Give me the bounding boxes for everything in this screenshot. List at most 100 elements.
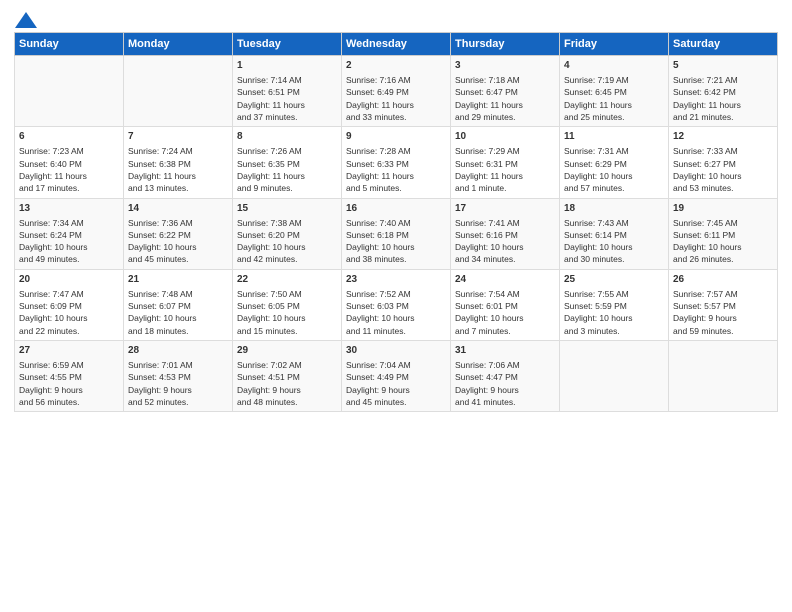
cell-content: Sunrise: 7:28 AMSunset: 6:33 PMDaylight:…	[346, 145, 446, 194]
day-number: 18	[564, 202, 664, 216]
cell-content: Sunrise: 7:04 AMSunset: 4:49 PMDaylight:…	[346, 359, 446, 408]
cell-content: Sunrise: 7:24 AMSunset: 6:38 PMDaylight:…	[128, 145, 228, 194]
cell-1-2	[124, 56, 233, 127]
day-number: 23	[346, 273, 446, 287]
cell-content: Sunrise: 7:29 AMSunset: 6:31 PMDaylight:…	[455, 145, 555, 194]
cell-3-1: 13Sunrise: 7:34 AMSunset: 6:24 PMDayligh…	[15, 198, 124, 269]
cell-content: Sunrise: 7:57 AMSunset: 5:57 PMDaylight:…	[673, 288, 773, 337]
page: SundayMondayTuesdayWednesdayThursdayFrid…	[0, 0, 792, 612]
day-number: 22	[237, 273, 337, 287]
cell-2-6: 11Sunrise: 7:31 AMSunset: 6:29 PMDayligh…	[560, 127, 669, 198]
header	[14, 12, 778, 24]
day-number: 13	[19, 202, 119, 216]
cell-content: Sunrise: 7:45 AMSunset: 6:11 PMDaylight:…	[673, 217, 773, 266]
cell-content: Sunrise: 7:01 AMSunset: 4:53 PMDaylight:…	[128, 359, 228, 408]
cell-content: Sunrise: 7:31 AMSunset: 6:29 PMDaylight:…	[564, 145, 664, 194]
cell-content: Sunrise: 7:48 AMSunset: 6:07 PMDaylight:…	[128, 288, 228, 337]
cell-content: Sunrise: 7:40 AMSunset: 6:18 PMDaylight:…	[346, 217, 446, 266]
cell-2-3: 8Sunrise: 7:26 AMSunset: 6:35 PMDaylight…	[233, 127, 342, 198]
cell-content: Sunrise: 7:43 AMSunset: 6:14 PMDaylight:…	[564, 217, 664, 266]
cell-1-6: 4Sunrise: 7:19 AMSunset: 6:45 PMDaylight…	[560, 56, 669, 127]
cell-4-1: 20Sunrise: 7:47 AMSunset: 6:09 PMDayligh…	[15, 269, 124, 340]
cell-2-1: 6Sunrise: 7:23 AMSunset: 6:40 PMDaylight…	[15, 127, 124, 198]
cell-2-2: 7Sunrise: 7:24 AMSunset: 6:38 PMDaylight…	[124, 127, 233, 198]
cell-4-6: 25Sunrise: 7:55 AMSunset: 5:59 PMDayligh…	[560, 269, 669, 340]
day-number: 1	[237, 59, 337, 73]
day-number: 30	[346, 344, 446, 358]
week-row-3: 13Sunrise: 7:34 AMSunset: 6:24 PMDayligh…	[15, 198, 778, 269]
day-number: 19	[673, 202, 773, 216]
cell-content: Sunrise: 7:55 AMSunset: 5:59 PMDaylight:…	[564, 288, 664, 337]
day-number: 31	[455, 344, 555, 358]
col-header-thursday: Thursday	[451, 33, 560, 56]
week-row-5: 27Sunrise: 6:59 AMSunset: 4:55 PMDayligh…	[15, 341, 778, 412]
cell-content: Sunrise: 7:52 AMSunset: 6:03 PMDaylight:…	[346, 288, 446, 337]
cell-3-2: 14Sunrise: 7:36 AMSunset: 6:22 PMDayligh…	[124, 198, 233, 269]
cell-1-5: 3Sunrise: 7:18 AMSunset: 6:47 PMDaylight…	[451, 56, 560, 127]
cell-content: Sunrise: 7:41 AMSunset: 6:16 PMDaylight:…	[455, 217, 555, 266]
cell-1-3: 1Sunrise: 7:14 AMSunset: 6:51 PMDaylight…	[233, 56, 342, 127]
cell-content: Sunrise: 7:34 AMSunset: 6:24 PMDaylight:…	[19, 217, 119, 266]
cell-4-2: 21Sunrise: 7:48 AMSunset: 6:07 PMDayligh…	[124, 269, 233, 340]
day-number: 10	[455, 130, 555, 144]
day-number: 2	[346, 59, 446, 73]
day-number: 25	[564, 273, 664, 287]
cell-2-4: 9Sunrise: 7:28 AMSunset: 6:33 PMDaylight…	[342, 127, 451, 198]
day-number: 28	[128, 344, 228, 358]
week-row-2: 6Sunrise: 7:23 AMSunset: 6:40 PMDaylight…	[15, 127, 778, 198]
cell-content: Sunrise: 7:36 AMSunset: 6:22 PMDaylight:…	[128, 217, 228, 266]
cell-3-4: 16Sunrise: 7:40 AMSunset: 6:18 PMDayligh…	[342, 198, 451, 269]
cell-content: Sunrise: 7:14 AMSunset: 6:51 PMDaylight:…	[237, 74, 337, 123]
day-number: 27	[19, 344, 119, 358]
col-header-tuesday: Tuesday	[233, 33, 342, 56]
cell-1-4: 2Sunrise: 7:16 AMSunset: 6:49 PMDaylight…	[342, 56, 451, 127]
col-header-monday: Monday	[124, 33, 233, 56]
day-number: 17	[455, 202, 555, 216]
cell-5-3: 29Sunrise: 7:02 AMSunset: 4:51 PMDayligh…	[233, 341, 342, 412]
col-header-saturday: Saturday	[669, 33, 778, 56]
logo-icon	[15, 12, 37, 28]
cell-3-5: 17Sunrise: 7:41 AMSunset: 6:16 PMDayligh…	[451, 198, 560, 269]
cell-1-7: 5Sunrise: 7:21 AMSunset: 6:42 PMDaylight…	[669, 56, 778, 127]
day-number: 3	[455, 59, 555, 73]
cell-content: Sunrise: 7:21 AMSunset: 6:42 PMDaylight:…	[673, 74, 773, 123]
day-number: 15	[237, 202, 337, 216]
day-number: 24	[455, 273, 555, 287]
day-number: 16	[346, 202, 446, 216]
day-number: 4	[564, 59, 664, 73]
cell-4-7: 26Sunrise: 7:57 AMSunset: 5:57 PMDayligh…	[669, 269, 778, 340]
logo	[14, 12, 38, 24]
cell-3-3: 15Sunrise: 7:38 AMSunset: 6:20 PMDayligh…	[233, 198, 342, 269]
cell-5-6	[560, 341, 669, 412]
cell-4-4: 23Sunrise: 7:52 AMSunset: 6:03 PMDayligh…	[342, 269, 451, 340]
cell-3-6: 18Sunrise: 7:43 AMSunset: 6:14 PMDayligh…	[560, 198, 669, 269]
cell-5-1: 27Sunrise: 6:59 AMSunset: 4:55 PMDayligh…	[15, 341, 124, 412]
cell-content: Sunrise: 7:54 AMSunset: 6:01 PMDaylight:…	[455, 288, 555, 337]
cell-content: Sunrise: 7:19 AMSunset: 6:45 PMDaylight:…	[564, 74, 664, 123]
cell-content: Sunrise: 7:38 AMSunset: 6:20 PMDaylight:…	[237, 217, 337, 266]
cell-content: Sunrise: 6:59 AMSunset: 4:55 PMDaylight:…	[19, 359, 119, 408]
cell-content: Sunrise: 7:33 AMSunset: 6:27 PMDaylight:…	[673, 145, 773, 194]
col-header-wednesday: Wednesday	[342, 33, 451, 56]
cell-1-1	[15, 56, 124, 127]
cell-3-7: 19Sunrise: 7:45 AMSunset: 6:11 PMDayligh…	[669, 198, 778, 269]
cell-4-5: 24Sunrise: 7:54 AMSunset: 6:01 PMDayligh…	[451, 269, 560, 340]
day-number: 8	[237, 130, 337, 144]
week-row-4: 20Sunrise: 7:47 AMSunset: 6:09 PMDayligh…	[15, 269, 778, 340]
day-number: 26	[673, 273, 773, 287]
cell-2-7: 12Sunrise: 7:33 AMSunset: 6:27 PMDayligh…	[669, 127, 778, 198]
cell-content: Sunrise: 7:26 AMSunset: 6:35 PMDaylight:…	[237, 145, 337, 194]
cell-content: Sunrise: 7:02 AMSunset: 4:51 PMDaylight:…	[237, 359, 337, 408]
day-number: 9	[346, 130, 446, 144]
cell-5-7	[669, 341, 778, 412]
cell-content: Sunrise: 7:06 AMSunset: 4:47 PMDaylight:…	[455, 359, 555, 408]
cell-content: Sunrise: 7:16 AMSunset: 6:49 PMDaylight:…	[346, 74, 446, 123]
day-number: 12	[673, 130, 773, 144]
header-row: SundayMondayTuesdayWednesdayThursdayFrid…	[15, 33, 778, 56]
day-number: 5	[673, 59, 773, 73]
cell-2-5: 10Sunrise: 7:29 AMSunset: 6:31 PMDayligh…	[451, 127, 560, 198]
cell-content: Sunrise: 7:18 AMSunset: 6:47 PMDaylight:…	[455, 74, 555, 123]
cell-5-2: 28Sunrise: 7:01 AMSunset: 4:53 PMDayligh…	[124, 341, 233, 412]
day-number: 7	[128, 130, 228, 144]
day-number: 14	[128, 202, 228, 216]
